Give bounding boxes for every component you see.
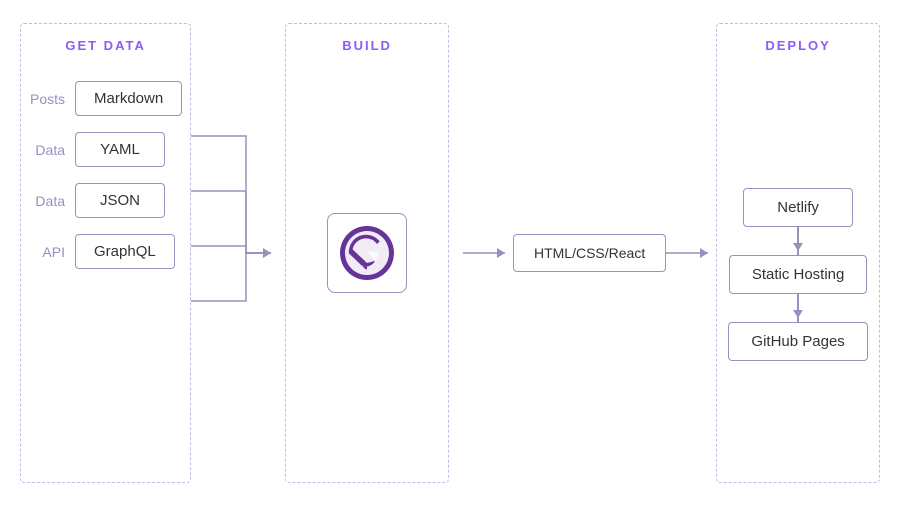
- output-box: HTML/CSS/React: [513, 234, 666, 272]
- box-markdown: Markdown: [75, 81, 182, 116]
- deploy-box-static-hosting: Static Hosting: [729, 255, 868, 294]
- output-to-deploy-svg: [666, 23, 716, 483]
- get-data-header: GET DATA: [29, 38, 182, 53]
- connector-static-github: [797, 294, 799, 322]
- connector-netlify-static: [797, 227, 799, 255]
- deploy-column: DEPLOY Netlify Static Hosting GitHub Pag…: [716, 23, 880, 483]
- deploy-items: Netlify Static Hosting GitHub Pages: [728, 81, 867, 468]
- output-area: HTML/CSS/React: [513, 23, 666, 483]
- gatsby-logo: [327, 213, 407, 293]
- label-data-json: Data: [29, 193, 65, 209]
- get-data-column: GET DATA Posts Markdown Data YAML Data J…: [20, 23, 191, 483]
- source-row-posts: Posts Markdown: [29, 81, 182, 116]
- diagram: GET DATA Posts Markdown Data YAML Data J…: [20, 23, 880, 483]
- source-row-graphql: API GraphQL: [29, 234, 182, 269]
- build-column: BUILD: [285, 23, 449, 483]
- box-graphql: GraphQL: [75, 234, 175, 269]
- build-to-output-svg: [463, 23, 513, 483]
- source-items: Posts Markdown Data YAML Data JSON API G…: [29, 81, 182, 269]
- source-row-json: Data JSON: [29, 183, 182, 218]
- gatsby-icon: [339, 225, 395, 281]
- build-header: BUILD: [286, 38, 448, 53]
- deploy-box-github-pages: GitHub Pages: [728, 322, 867, 361]
- label-api: API: [29, 244, 65, 260]
- box-yaml: YAML: [75, 132, 165, 167]
- box-json: JSON: [75, 183, 165, 218]
- deploy-box-netlify: Netlify: [743, 188, 853, 227]
- deploy-header: DEPLOY: [725, 38, 871, 53]
- label-data-yaml: Data: [29, 142, 65, 158]
- left-connectors-svg: [191, 23, 271, 483]
- source-row-yaml: Data YAML: [29, 132, 182, 167]
- label-posts: Posts: [29, 91, 65, 107]
